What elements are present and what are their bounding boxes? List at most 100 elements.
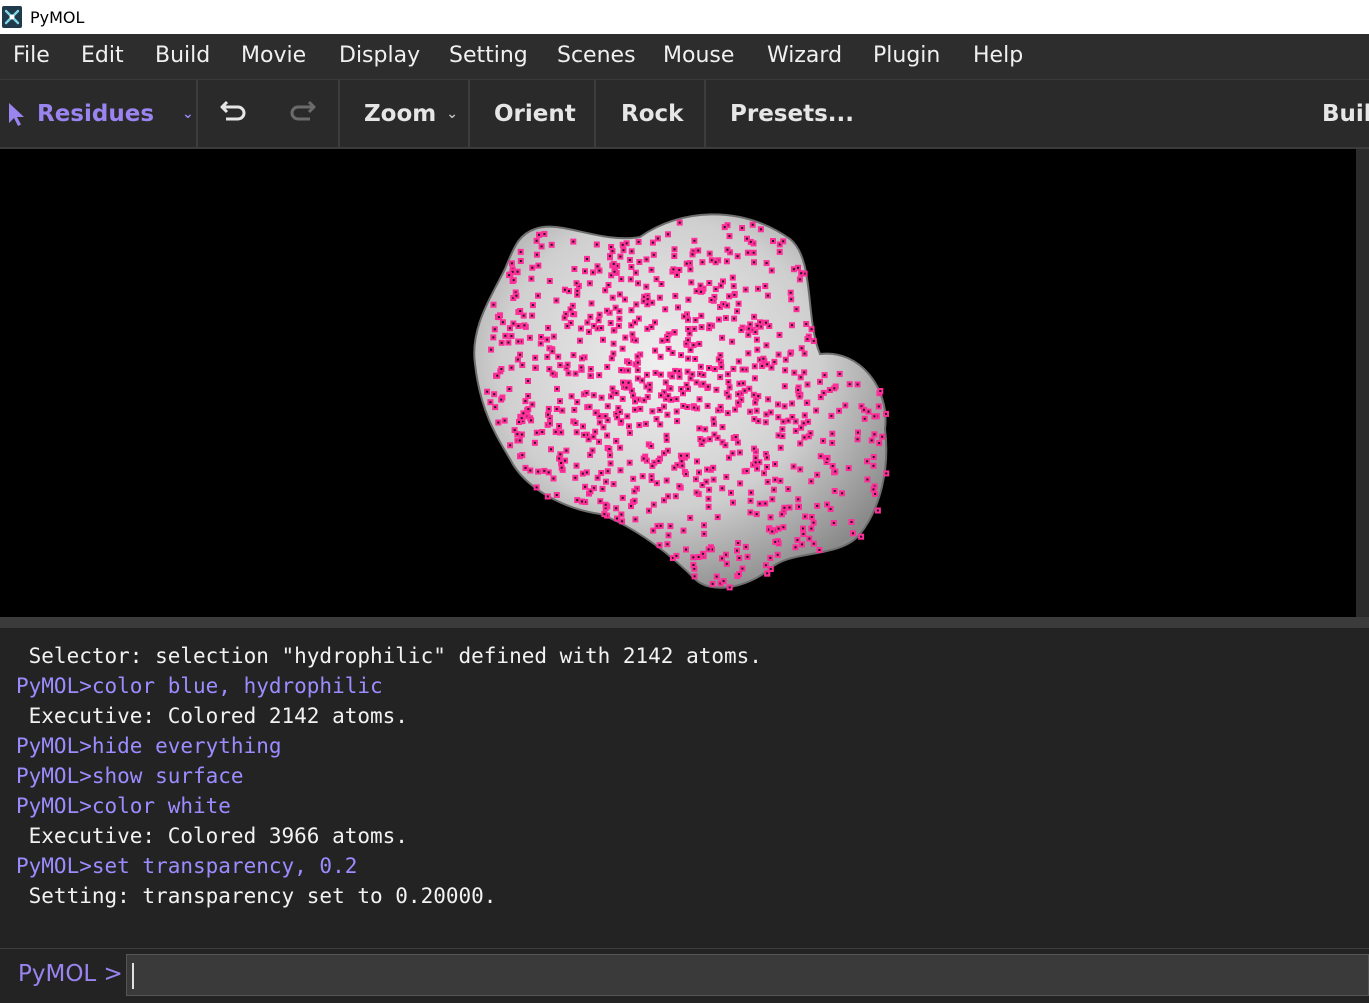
- atom-dot-center: [689, 348, 692, 351]
- menu-build[interactable]: Build: [155, 43, 210, 68]
- orient-button[interactable]: Orient: [494, 80, 576, 147]
- atom-dot-center: [650, 478, 653, 481]
- atom-dot-center: [688, 332, 691, 335]
- atom-dot-center: [535, 431, 538, 434]
- atom-dot-center: [694, 478, 697, 481]
- console-line: Executive: Colored 3966 atoms.: [16, 824, 408, 848]
- atom-dot-center: [754, 401, 757, 404]
- menu-wizard[interactable]: Wizard: [767, 43, 842, 68]
- panel-splitter[interactable]: [0, 617, 1369, 628]
- atom-dot-center: [657, 460, 660, 462]
- atom-dot-center: [738, 382, 741, 385]
- redo-button[interactable]: [287, 80, 317, 147]
- command-input[interactable]: [126, 954, 1369, 996]
- atom-dot-center: [580, 366, 583, 369]
- atom-dot-center: [790, 298, 793, 301]
- menu-help[interactable]: Help: [973, 43, 1023, 68]
- atom-dot-center: [695, 290, 698, 293]
- atom-dot-center: [799, 442, 802, 445]
- atom-dot-center: [712, 418, 715, 421]
- atom-dot-center: [781, 435, 784, 438]
- atom-dot-center: [863, 408, 865, 411]
- atom-dot-center: [714, 288, 717, 291]
- molecular-viewport[interactable]: [0, 149, 1356, 617]
- atom-dot-center: [749, 240, 752, 243]
- atom-dot-center: [777, 434, 780, 437]
- atom-dot-center: [656, 237, 659, 240]
- atom-dot-center: [615, 440, 618, 443]
- atom-dot-center: [674, 495, 677, 498]
- atom-dot-center: [597, 319, 600, 322]
- atom-dot-center: [589, 368, 592, 370]
- atom-dot-center: [616, 517, 618, 520]
- atom-dot-center: [724, 317, 727, 319]
- menu-edit[interactable]: Edit: [81, 43, 124, 68]
- atom-dot-center: [572, 240, 575, 243]
- atom-dot-center: [574, 476, 577, 479]
- atom-dot-center: [798, 505, 800, 508]
- rock-button[interactable]: Rock: [621, 80, 683, 147]
- atom-dot-center: [748, 387, 751, 390]
- atom-dot-center: [755, 513, 758, 516]
- menu-bar: File Edit Build Movie Display Setting Sc…: [0, 34, 1369, 80]
- menu-mouse[interactable]: Mouse: [663, 43, 734, 68]
- atom-dot-center: [630, 324, 633, 327]
- atom-dot-center: [757, 395, 760, 398]
- atom-dot-center: [694, 319, 697, 322]
- atom-dot-center: [743, 389, 746, 392]
- atom-dot-center: [727, 456, 730, 459]
- atom-dot-center: [604, 503, 607, 506]
- atom-dot-center: [717, 318, 720, 321]
- atom-dot-center: [764, 421, 767, 424]
- atom-dot-center: [669, 525, 672, 528]
- atom-dot-center: [658, 409, 661, 411]
- atom-dot-center: [721, 426, 724, 429]
- menu-movie[interactable]: Movie: [241, 43, 306, 68]
- atom-dot-center: [659, 423, 662, 426]
- atom-dot-center: [531, 314, 534, 317]
- atom-dot-center: [610, 357, 613, 360]
- atom-dot-center: [769, 568, 772, 570]
- atom-dot-center: [534, 356, 537, 359]
- atom-dot-center: [802, 527, 804, 530]
- atom-dot-center: [666, 449, 669, 452]
- atom-dot-center: [516, 358, 519, 361]
- atom-dot-center: [637, 317, 640, 320]
- presets-button[interactable]: Presets...: [730, 80, 854, 147]
- atom-dot-center: [630, 309, 633, 312]
- atom-dot-center: [535, 239, 538, 242]
- menu-setting[interactable]: Setting: [449, 43, 528, 68]
- atom-dot-center: [753, 418, 756, 421]
- atom-dot-center: [541, 431, 544, 433]
- atom-dot-center: [762, 357, 765, 360]
- atom-dot-center: [702, 439, 705, 442]
- atom-dot-center: [651, 301, 654, 304]
- builder-button[interactable]: Buil: [1322, 80, 1369, 147]
- atom-dot-center: [699, 365, 702, 368]
- atom-dot-center: [528, 336, 531, 339]
- atom-dot-center: [689, 377, 692, 380]
- atom-dot-center: [589, 374, 592, 377]
- undo-button[interactable]: [219, 80, 249, 147]
- atom-dot-center: [872, 456, 875, 458]
- menu-display[interactable]: Display: [339, 43, 420, 68]
- zoom-dropdown[interactable]: Zoom ⌄: [364, 80, 458, 147]
- atom-dot-center: [496, 374, 499, 377]
- menu-file[interactable]: File: [13, 43, 50, 68]
- atom-dot-center: [605, 480, 607, 483]
- command-prompt: PyMOL >: [0, 948, 1369, 1003]
- atom-dot-center: [764, 285, 767, 287]
- console-output: Selector: selection "hydrophilic" define…: [0, 628, 1369, 948]
- atom-dot-center: [826, 457, 829, 460]
- atom-dot-center: [673, 255, 676, 257]
- menu-plugin[interactable]: Plugin: [873, 43, 940, 68]
- atom-dot-center: [624, 336, 627, 339]
- selection-mode-dropdown[interactable]: Residues ⌄: [7, 80, 194, 147]
- atom-dot-center: [745, 469, 748, 472]
- atom-dot-center: [695, 381, 698, 384]
- atom-dot-center: [747, 333, 750, 336]
- atom-dot-center: [595, 243, 598, 246]
- viewport-scrollbar[interactable]: [1356, 149, 1369, 617]
- menu-scenes[interactable]: Scenes: [557, 43, 636, 68]
- atom-dot-center: [692, 344, 695, 347]
